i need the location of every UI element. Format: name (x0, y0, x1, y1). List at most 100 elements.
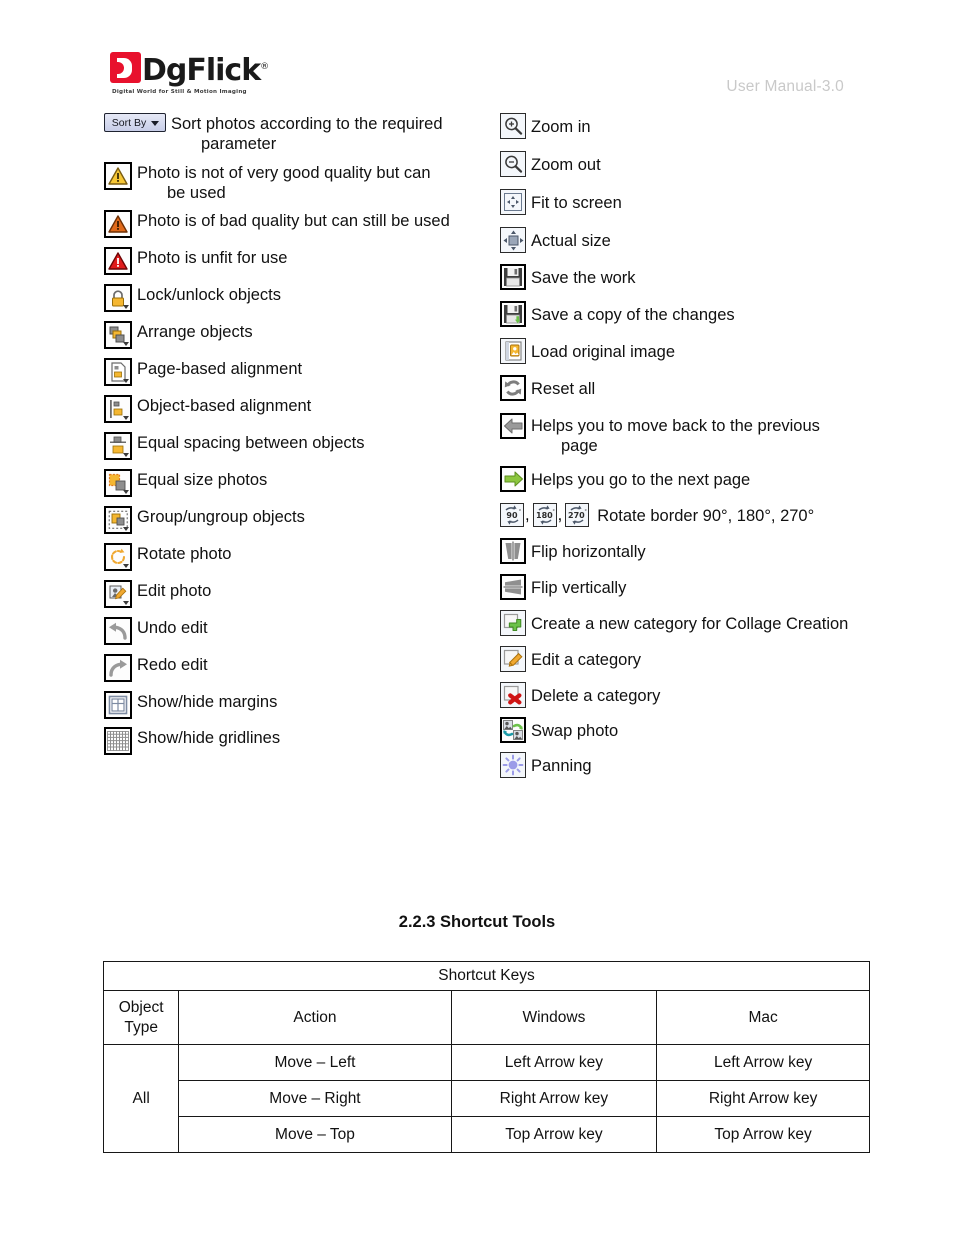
chevron-down-icon (123, 601, 129, 605)
legend-caption: Show/hide gridlines (137, 729, 281, 747)
legend-caption: Rotate border 90°, 180°, 270° (597, 506, 815, 525)
svg-text:180: 180 (536, 511, 553, 520)
redo-icon (104, 654, 132, 682)
table-title-cell: Shortcut Keys (103, 961, 870, 991)
dgflick-logo: DgFlick® Digital World for Still & Motio… (110, 52, 269, 95)
previous-page-arrow-icon (500, 413, 526, 439)
zoom-out-icon (500, 151, 526, 177)
legend-item-flip-vertically: Flip vertically (500, 574, 920, 600)
legend-item-warning-yellow: Photo is not of very good quality but ca… (104, 162, 484, 203)
legend-item-save-copy: Save a copy of the changes (500, 301, 920, 327)
create-category-icon (500, 610, 526, 636)
sort-by-dropdown[interactable]: Sort By (104, 113, 166, 132)
cell-object-type: All (102, 1044, 180, 1153)
zoom-in-icon (500, 113, 526, 139)
legend-item-equal-size-photos: Equal size photos (104, 469, 484, 497)
panning-icon (500, 752, 526, 778)
cell-windows: Right Arrow key (450, 1080, 658, 1117)
legend-caption: Helps you to move back to the previous p… (531, 417, 820, 455)
cell-windows: Left Arrow key (450, 1044, 658, 1081)
user-manual-label: User Manual-3.0 (726, 78, 844, 95)
legend-caption: Rotate photo (137, 545, 232, 563)
legend-caption: Edit photo (137, 582, 212, 600)
legend-item-edit-photo: Edit photo (104, 580, 484, 608)
svg-text:°: ° (519, 509, 522, 515)
warning-triangle-yellow-icon (104, 162, 132, 190)
edit-photo-icon (104, 580, 132, 608)
legend-item-reset-all: Reset all (500, 375, 920, 401)
show-hide-margins-icon (104, 691, 132, 719)
legend-caption: Create a new category for Collage Creati… (531, 615, 849, 633)
legend-caption: Photo is not of very good quality but ca… (137, 164, 431, 202)
chevron-down-icon (151, 121, 159, 126)
legend-item-create-category: Create a new category for Collage Creati… (500, 610, 920, 636)
warning-triangle-orange-icon (104, 210, 132, 238)
lock-icon (104, 284, 132, 312)
legend-caption: Photo is unfit for use (137, 249, 288, 267)
legend-item-arrange-objects: Arrange objects (104, 321, 484, 349)
legend-item-swap-photo: Swap photo (500, 717, 920, 743)
cell-windows: Top Arrow key (450, 1116, 658, 1153)
svg-text:270: 270 (568, 511, 585, 520)
legend-caption: Actual size (531, 232, 611, 250)
legend-item-fit-to-screen: Fit to screen (500, 189, 920, 215)
rotate-border-90-icon: 90 ° (500, 503, 524, 527)
legend-caption: Undo edit (137, 619, 208, 637)
table-row: Move – Right Right Arrow key Right Arrow… (104, 1080, 870, 1117)
chevron-down-icon (123, 490, 129, 494)
cell-mac: Left Arrow key (656, 1044, 870, 1081)
legend-item-zoom-out: Zoom out (500, 151, 920, 177)
table-header-action: Action (178, 990, 452, 1045)
flip-horizontally-icon (500, 538, 526, 564)
legend-caption: Flip vertically (531, 579, 627, 597)
chevron-down-icon (123, 342, 129, 346)
legend-item-rotate-border: 90 ° , 180 ° , 270 ° Rotate border 90°, 180… (500, 503, 920, 527)
legend-item-show-hide-gridlines: Show/hide gridlines (104, 727, 484, 755)
legend-caption: Equal size photos (137, 471, 268, 489)
legend-item-warning-red: Photo is unfit for use (104, 247, 484, 275)
legend-item-rotate-photo: Rotate photo (104, 543, 484, 571)
table-body: All Move – Left Left Arrow key Left Arro… (102, 1044, 870, 1153)
table-header-windows: Windows (450, 990, 658, 1045)
rotate-separator-2: , (557, 505, 563, 524)
legend-item-save: Save the work (500, 264, 920, 290)
legend-item-actual-size: Actual size (500, 227, 920, 253)
legend-item-group-ungroup: Group/ungroup objects (104, 506, 484, 534)
legend-item-page-based-alignment: Page-based alignment (104, 358, 484, 386)
group-ungroup-icon (104, 506, 132, 534)
legend-item-panning: Panning (500, 752, 920, 778)
legend-caption: Reset all (531, 380, 596, 398)
object-based-alignment-icon (104, 395, 132, 423)
swap-photo-icon (500, 717, 526, 743)
rotate-border-180-icon: 180 ° (532, 503, 557, 527)
edit-category-icon (500, 646, 526, 672)
legend-item-redo: Redo edit (104, 654, 484, 682)
svg-text:°: ° (552, 509, 555, 515)
legend-caption: Photo is of bad quality but can still be… (137, 212, 450, 230)
shortcut-keys-table: Shortcut Keys Object Type Action Windows… (102, 961, 870, 1153)
equal-size-photos-icon (104, 469, 132, 497)
legend-caption: Fit to screen (531, 194, 622, 212)
legend-item-sort-by: Sort By Sort photos according to the req… (104, 113, 484, 154)
legend-caption: Zoom out (531, 156, 601, 174)
legend-caption: Show/hide margins (137, 693, 278, 711)
cell-action: Move – Right (178, 1080, 452, 1117)
undo-icon (104, 617, 132, 645)
chevron-down-icon (123, 527, 129, 531)
next-page-arrow-icon (500, 466, 526, 492)
legend-caption: Helps you go to the next page (531, 471, 751, 489)
load-original-image-icon (500, 338, 526, 364)
legend-caption: Object-based alignment (137, 397, 312, 415)
logo-wordmark: DgFlick® (142, 52, 269, 86)
header-object-line2: Type (124, 1018, 158, 1036)
table-row: Move – Top Top Arrow key Top Arrow key (104, 1116, 870, 1153)
save-icon (500, 264, 526, 290)
legend-caption: Delete a category (531, 687, 661, 705)
arrange-objects-icon (104, 321, 132, 349)
cell-mac: Right Arrow key (656, 1080, 870, 1117)
rotate-border-270-icon: 270 ° (565, 503, 590, 527)
flip-vertically-icon (500, 574, 526, 600)
warning-triangle-red-icon (104, 247, 132, 275)
fit-to-screen-icon (500, 189, 526, 215)
legend-caption: Zoom in (531, 118, 591, 136)
